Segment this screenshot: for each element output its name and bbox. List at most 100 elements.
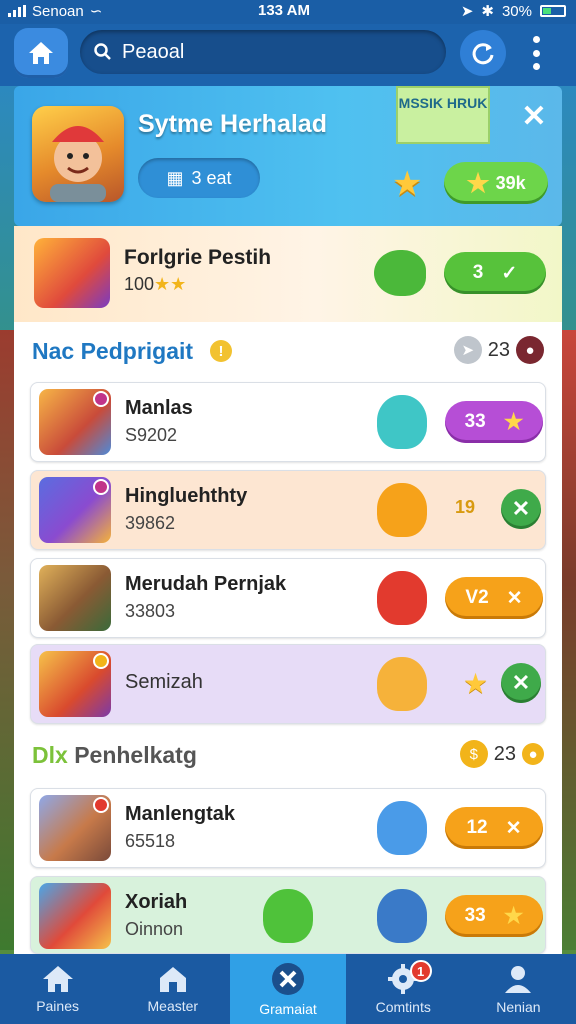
nav-item-paines[interactable]: Paines	[0, 954, 115, 1024]
wifi-icon: ∽	[89, 3, 103, 20]
featured-title: Sytme Herhalad	[138, 110, 327, 138]
more-menu-button[interactable]	[524, 36, 548, 70]
green-pet-icon	[263, 889, 313, 943]
nav-item-gramaiat[interactable]: Gramaiat	[230, 954, 346, 1024]
item-sub: Semizah	[125, 671, 203, 693]
bluetooth-icon: ✱	[481, 3, 494, 20]
close-button[interactable]: ✕	[512, 94, 556, 138]
more-icon	[532, 36, 540, 43]
search-icon	[94, 43, 111, 60]
compass-icon: ➤	[453, 336, 482, 364]
gem-icon: ●	[522, 743, 544, 765]
highlight-avatar	[34, 238, 110, 308]
star-icon: ★	[503, 903, 524, 928]
pet-icon	[377, 483, 427, 537]
item-close-button[interactable]: ✕	[501, 489, 541, 529]
star-icon: ★	[466, 167, 490, 198]
highlight-pill-label: 3	[472, 262, 484, 283]
green-pet-icon	[374, 250, 426, 296]
item-name: Hingluehthty	[125, 485, 248, 507]
section-header-1: Nac Pedprigait ! ➤ 23 ●	[14, 322, 562, 378]
nav-item-comtints[interactable]: Comtints 1	[346, 954, 461, 1024]
user-icon	[505, 966, 532, 993]
search-input[interactable]: Peaoal	[122, 41, 184, 64]
item-sub: 39862	[125, 513, 176, 533]
refresh-icon	[472, 43, 494, 65]
signal-icon	[8, 5, 26, 17]
highlight-name: Forlgrie Pestih	[124, 246, 272, 269]
nav-label: Comtints	[375, 999, 431, 1015]
home-icon	[42, 966, 73, 992]
item-action-button[interactable]: 33 ★	[445, 401, 543, 443]
nav-label: Nenian	[496, 999, 541, 1015]
item-action-button[interactable]: 33 ★	[445, 895, 543, 937]
nav-item-nenian[interactable]: Nenian	[461, 954, 576, 1024]
item-sub: S9202	[125, 425, 178, 445]
pet-icon	[377, 657, 427, 711]
nav-label: Paines	[36, 998, 79, 1014]
info-icon[interactable]: !	[210, 340, 232, 362]
section-count-2: $ 23 ●	[459, 740, 544, 768]
coin-icon: $	[459, 740, 488, 768]
home-button[interactable]	[14, 28, 68, 78]
highlight-row[interactable]: Forlgrie Pestih 100★★ 3 ✓	[14, 226, 562, 322]
featured-tag: MSSIK HRUK	[396, 86, 490, 144]
tick-icon: ✓	[501, 262, 518, 284]
section-count-1: ➤ 23 ●	[453, 336, 544, 364]
location-icon: ➤	[460, 3, 474, 20]
item-badge	[93, 479, 109, 495]
item-sub: 65518	[125, 831, 176, 851]
close-circle-icon	[272, 963, 304, 995]
item-avatar	[39, 883, 111, 949]
box-icon: ▦	[166, 167, 184, 188]
item-pill-label: 33	[464, 905, 486, 926]
section-count-1-value: 23	[487, 338, 510, 361]
list-item[interactable]: Manlengtak 65518 12 ✕	[30, 788, 546, 868]
list-item[interactable]: Hingluehthty 39862 19 ✕	[30, 470, 546, 550]
notification-badge: 1	[409, 960, 432, 982]
star-icon: ★	[463, 668, 489, 699]
item-action-button[interactable]: 12 ✕	[445, 807, 543, 849]
status-bar: Senoan ∽ 133 AM ➤ ✱ 30%	[0, 0, 576, 24]
nav-label: Measter	[147, 998, 199, 1014]
list-item[interactable]: Manlas S9202 33 ★	[30, 382, 546, 462]
highlight-action-button[interactable]: 3 ✓	[444, 252, 546, 294]
carrier-label: Senoan	[32, 2, 84, 20]
section-title-2: Dlx Penhelkatg	[32, 742, 197, 769]
star-icon: ★	[503, 409, 524, 434]
item-sub: 33803	[125, 601, 176, 621]
pet-icon	[377, 571, 427, 625]
house-icon	[159, 967, 186, 992]
item-name: Merudah Pernjak	[125, 573, 287, 595]
featured-banner[interactable]: Sytme Herhalad ▦ 3 eat MSSIK HRUK ✕ ★ ★ …	[14, 86, 562, 226]
nav-item-measter[interactable]: Measter	[115, 954, 230, 1024]
list-item[interactable]: Merudah Pernjak 33803 V2 ✕	[30, 558, 546, 638]
featured-chip-label: 3 eat	[191, 167, 232, 188]
battery-icon	[540, 5, 566, 17]
section-title-2-text: Penhelkatg	[74, 742, 197, 768]
featured-claim-button[interactable]: ★ 39k	[444, 162, 548, 204]
featured-character-avatar	[32, 106, 124, 202]
refresh-button[interactable]	[460, 30, 506, 76]
item-pill-label: 12	[466, 817, 488, 838]
pet-icon	[377, 395, 427, 449]
list-item[interactable]: Semizah ★ ✕	[30, 644, 546, 724]
section-title-1: Nac Pedprigait	[32, 338, 194, 364]
item-badge	[93, 797, 109, 813]
featured-chip[interactable]: ▦ 3 eat	[138, 158, 260, 198]
bottom-navigation: Paines Measter Gramaiat Comtints 1 Nenia…	[0, 954, 576, 1024]
battery-percent: 30%	[501, 2, 532, 20]
home-icon	[29, 42, 53, 64]
search-bar[interactable]: Peaoal	[80, 30, 446, 74]
star-icon: ★★	[154, 274, 187, 294]
clock: 133 AM	[258, 2, 310, 19]
list-item[interactable]: Xoriah Oinnon 33 ★	[30, 876, 546, 954]
item-pill-label: V2	[465, 587, 489, 608]
section-title-2-prefix: Dlx	[32, 742, 68, 768]
item-close-button[interactable]: ✕	[501, 663, 541, 703]
item-action-button[interactable]: V2 ✕	[445, 577, 543, 619]
item-name: Manlengtak	[125, 803, 236, 825]
section-header-2: Dlx Penhelkatg $ 23 ●	[14, 726, 562, 782]
list-panel: Nac Pedprigait ! ➤ 23 ● Manlas S9202 33 …	[14, 322, 562, 954]
item-avatar	[39, 565, 111, 631]
